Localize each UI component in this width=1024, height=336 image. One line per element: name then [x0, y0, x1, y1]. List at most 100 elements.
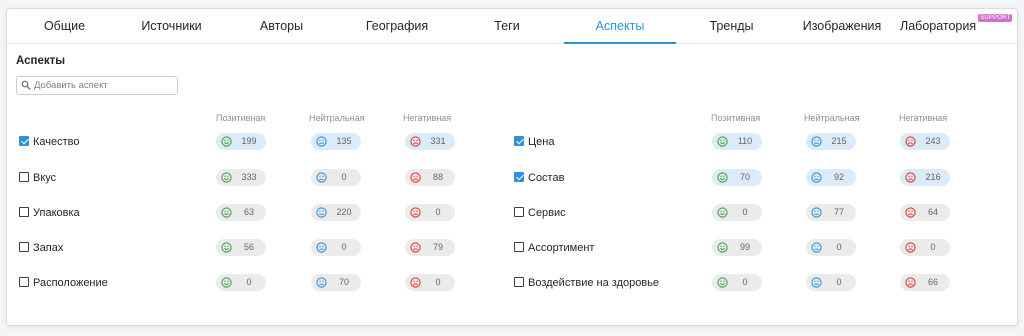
positive-count-pill[interactable]: 0 — [712, 274, 762, 291]
aspects-panel: Общие Источники Авторы География Теги Ас… — [6, 8, 1018, 326]
positive-count-pill[interactable]: 0 — [712, 204, 762, 221]
neutral-sentiment-icon — [316, 277, 327, 288]
column-header-neutral: Нейтральная — [804, 113, 860, 123]
tab-images[interactable]: Изображения — [792, 9, 892, 43]
negative-sentiment-icon — [410, 207, 421, 218]
negative-count: 64 — [927, 207, 938, 217]
neutral-count-pill[interactable]: 0 — [806, 239, 856, 256]
neutral-count-pill[interactable]: 0 — [311, 239, 361, 256]
neutral-count-pill[interactable]: 77 — [806, 204, 856, 221]
positive-sentiment-icon — [717, 172, 728, 183]
positive-count: 70 — [739, 172, 750, 182]
aspect-checkbox[interactable] — [19, 136, 29, 146]
positive-count-pill[interactable]: 63 — [216, 204, 266, 221]
neutral-sentiment-icon — [811, 207, 822, 218]
aspect-name: Упаковка — [33, 207, 80, 219]
positive-count-pill[interactable]: 0 — [216, 274, 266, 291]
column-header-positive: Позитивная — [216, 113, 266, 123]
add-aspect-input[interactable] — [34, 77, 172, 94]
negative-count-pill[interactable]: 64 — [900, 204, 950, 221]
aspect-name: Вкус — [33, 172, 57, 184]
negative-sentiment-icon — [410, 172, 421, 183]
neutral-count-pill[interactable]: 220 — [311, 204, 361, 221]
negative-count-pill[interactable]: 331 — [405, 133, 455, 150]
neutral-sentiment-icon — [811, 172, 822, 183]
negative-count-pill[interactable]: 0 — [405, 274, 455, 291]
negative-sentiment-icon — [410, 136, 421, 147]
positive-count-pill[interactable]: 99 — [712, 239, 762, 256]
neutral-count-pill[interactable]: 70 — [311, 274, 361, 291]
tab-sources[interactable]: Источники — [124, 9, 219, 43]
tab-label: Аспекты — [595, 19, 645, 33]
negative-count-pill[interactable]: 66 — [900, 274, 950, 291]
positive-sentiment-icon — [717, 136, 728, 147]
negative-count-pill[interactable]: 88 — [405, 169, 455, 186]
aspect-name: Воздействие на здоровье — [528, 277, 660, 289]
tab-geography[interactable]: География — [347, 9, 447, 43]
positive-count-pill[interactable]: 199 — [216, 133, 266, 150]
aspect-name: Сервис — [528, 207, 566, 219]
aspect-checkbox[interactable] — [19, 277, 29, 287]
aspect-name: Качество — [33, 136, 80, 148]
negative-count-pill[interactable]: 0 — [900, 239, 950, 256]
tab-label: Изображения — [802, 19, 882, 33]
add-aspect-search[interactable] — [16, 76, 178, 95]
tab-laboratory[interactable]: ЛабораторияSUPPORT — [900, 9, 1013, 43]
tab-label: Источники — [141, 19, 202, 33]
neutral-count: 70 — [338, 277, 349, 287]
neutral-count-pill[interactable]: 135 — [311, 133, 361, 150]
aspect-checkbox[interactable] — [19, 172, 29, 182]
negative-count-pill[interactable]: 243 — [900, 133, 950, 150]
negative-count: 88 — [432, 172, 443, 182]
positive-sentiment-icon — [221, 242, 232, 253]
aspect-checkbox[interactable] — [514, 277, 524, 287]
negative-count-pill[interactable]: 0 — [405, 204, 455, 221]
column-header-neutral: Нейтральная — [309, 113, 365, 123]
negative-count-pill[interactable]: 216 — [900, 169, 950, 186]
tab-label: Лаборатория — [900, 19, 977, 33]
negative-count: 331 — [430, 136, 446, 146]
positive-count: 0 — [742, 277, 748, 287]
tab-label: География — [365, 19, 429, 33]
neutral-count-pill[interactable]: 0 — [311, 169, 361, 186]
positive-count-pill[interactable]: 56 — [216, 239, 266, 256]
positive-sentiment-icon — [221, 136, 232, 147]
positive-count: 63 — [243, 207, 254, 217]
aspect-checkbox[interactable] — [514, 242, 524, 252]
neutral-sentiment-icon — [316, 242, 327, 253]
positive-sentiment-icon — [717, 242, 728, 253]
positive-count: 0 — [742, 207, 748, 217]
negative-count-pill[interactable]: 79 — [405, 239, 455, 256]
positive-count-pill[interactable]: 110 — [712, 133, 762, 150]
section-title: Аспекты — [16, 55, 66, 67]
tab-trends[interactable]: Тренды — [684, 9, 779, 43]
neutral-count: 135 — [336, 136, 352, 146]
positive-count-pill[interactable]: 70 — [712, 169, 762, 186]
tab-authors[interactable]: Авторы — [234, 9, 329, 43]
neutral-count-pill[interactable]: 0 — [806, 274, 856, 291]
aspect-name: Запах — [33, 242, 64, 254]
neutral-count: 0 — [341, 172, 347, 182]
aspect-name: Состав — [528, 172, 565, 184]
positive-sentiment-icon — [221, 172, 232, 183]
neutral-count: 215 — [831, 136, 847, 146]
neutral-count-pill[interactable]: 92 — [806, 169, 856, 186]
positive-sentiment-icon — [221, 277, 232, 288]
neutral-count-pill[interactable]: 215 — [806, 133, 856, 150]
positive-sentiment-icon — [717, 277, 728, 288]
column-header-positive: Позитивная — [711, 113, 761, 123]
tab-aspects[interactable]: Аспекты — [564, 9, 676, 44]
aspect-checkbox[interactable] — [19, 242, 29, 252]
neutral-count: 77 — [833, 207, 844, 217]
positive-count: 110 — [737, 136, 753, 146]
negative-sentiment-icon — [905, 242, 916, 253]
aspect-checkbox[interactable] — [19, 207, 29, 217]
aspect-checkbox[interactable] — [514, 172, 524, 182]
aspect-checkbox[interactable] — [514, 136, 524, 146]
tab-general[interactable]: Общие — [17, 9, 112, 43]
positive-count-pill[interactable]: 333 — [216, 169, 266, 186]
neutral-sentiment-icon — [811, 277, 822, 288]
tab-tags[interactable]: Теги — [459, 9, 555, 43]
tab-bar: Общие Источники Авторы География Теги Ас… — [7, 9, 1017, 44]
aspect-checkbox[interactable] — [514, 207, 524, 217]
